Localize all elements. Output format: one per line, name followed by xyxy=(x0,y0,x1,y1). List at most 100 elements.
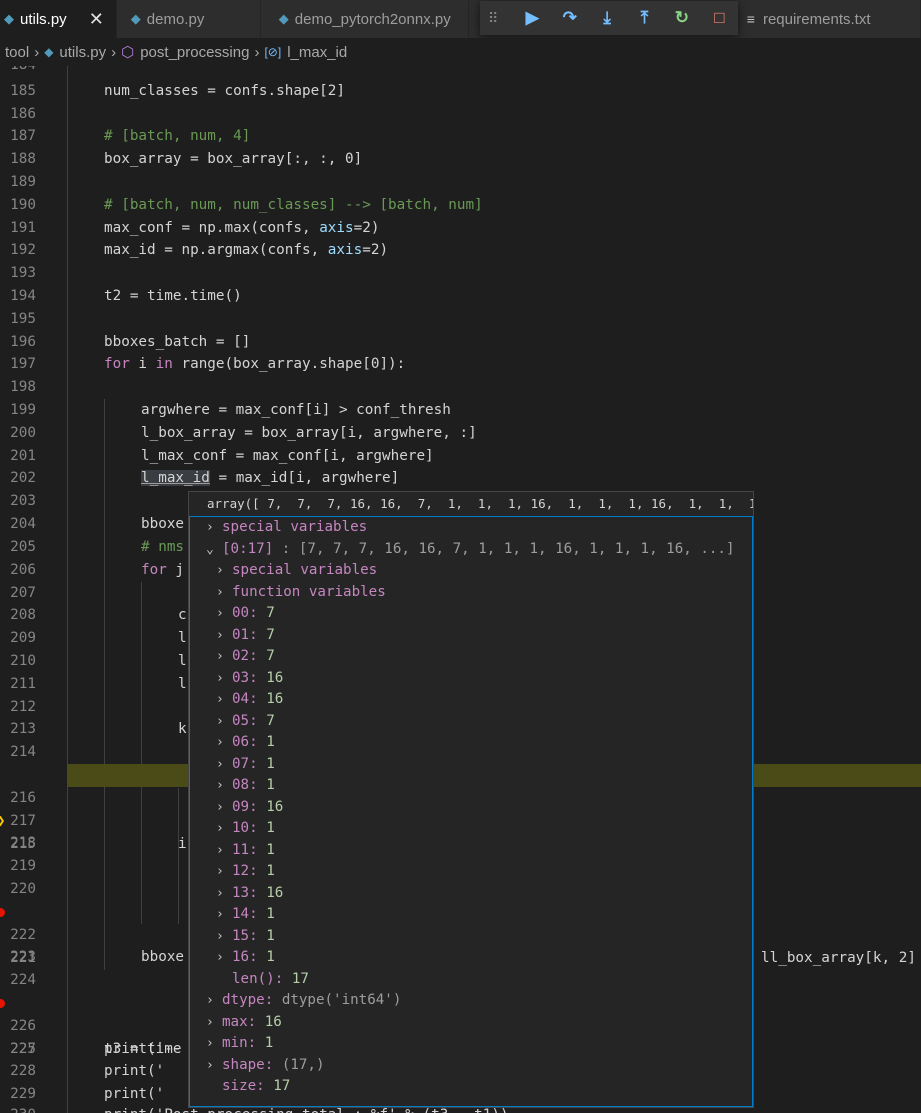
chevron-right-icon: › xyxy=(216,864,224,879)
tree-node-item[interactable]: › 11: 1 xyxy=(216,840,275,862)
chevron-right-icon: › xyxy=(206,993,214,1008)
code-line: 192 max_id = np.argmax(confs, axis=2) xyxy=(10,242,389,258)
tab-utils-py[interactable]: ◆ utils.py ✕ xyxy=(0,0,117,38)
tree-node-item[interactable]: › 09: 16 xyxy=(216,797,283,819)
code-line: 189 xyxy=(10,174,36,190)
chevron-right-icon: › xyxy=(216,756,224,772)
chevron-right-icon: › xyxy=(216,885,224,901)
tree-node-size: size: 17 xyxy=(222,1078,291,1094)
tree-node-item[interactable]: › 12: 1 xyxy=(216,861,275,883)
tab-label: requirements.txt xyxy=(762,10,871,28)
tree-node-item[interactable]: › 08: 1 xyxy=(216,775,275,797)
hover-value-summary: array([ 7, 7, 7, 16, 16, 7, 1, 1, 1, 16,… xyxy=(207,496,753,511)
text-file-icon: ≡ xyxy=(746,11,755,27)
step-out-icon[interactable]: ⤒ xyxy=(626,8,663,28)
tree-node-item[interactable]: › 10: 1 xyxy=(216,818,275,840)
chevron-right-icon: › xyxy=(216,584,224,600)
code-line: 197 for i in range(box_array.shape[0]): xyxy=(10,356,406,372)
breadcrumb-file[interactable]: utils.py xyxy=(59,44,106,61)
chevron-right-icon: › xyxy=(216,692,224,707)
chevron-right-icon: › xyxy=(216,821,224,836)
breakpoint-icon[interactable] xyxy=(0,908,5,917)
hovered-variable[interactable]: l_max_id xyxy=(141,470,210,486)
chevron-right-icon: › xyxy=(216,842,224,858)
chevron-right-icon: › xyxy=(216,713,224,729)
tab-label: demo.py xyxy=(146,10,205,28)
tree-node-item[interactable]: › 02: 7 xyxy=(216,646,275,668)
close-icon[interactable]: ✕ xyxy=(89,9,104,30)
stop-icon[interactable]: □ xyxy=(701,8,738,28)
tree-node-item[interactable]: › 13: 16 xyxy=(216,883,283,905)
chevron-right-icon: › xyxy=(216,606,224,621)
python-file-icon: ◆ xyxy=(130,11,141,26)
tree-node-special-variables[interactable]: › special variables xyxy=(216,560,377,582)
chevron-right-icon: › xyxy=(216,928,224,944)
chevron-right-icon: › xyxy=(216,799,224,815)
code-line: 193 xyxy=(10,265,36,281)
step-over-icon[interactable]: ↷ xyxy=(551,8,588,28)
chevron-right-icon: › xyxy=(216,907,224,922)
tree-node-item[interactable]: › 14: 1 xyxy=(216,904,275,926)
breakpoint-icon[interactable] xyxy=(0,999,5,1008)
python-file-icon: ◆ xyxy=(278,11,289,26)
variable-icon: [⊘] xyxy=(264,45,282,59)
code-line: 185 num_classes = confs.shape[2] xyxy=(10,83,346,99)
breadcrumb-variable[interactable]: l_max_id xyxy=(287,44,347,61)
tree-node-item[interactable]: › 16: 1 xyxy=(216,947,275,969)
breadcrumb-folder[interactable]: tool xyxy=(5,44,29,61)
tab-demo-py[interactable]: ◆ demo.py xyxy=(116,0,261,38)
tab-bar: ◆ utils.py ✕ ◆ demo.py ◆ demo_pytorch2on… xyxy=(0,0,921,38)
tree-node-function-variables[interactable]: › function variables xyxy=(216,582,386,604)
tree-node-item[interactable]: › 06: 1 xyxy=(216,732,275,754)
chevron-right-icon: › xyxy=(216,950,224,965)
code-line: 200 l_box_array = box_array[i, argwhere, … xyxy=(10,425,477,441)
tree-node-item[interactable]: › 00: 7 xyxy=(216,603,275,625)
chevron-right-icon: › xyxy=(206,520,214,535)
code-line: 198 xyxy=(10,379,36,395)
code-line: 191 max_conf = np.max(confs, axis=2) xyxy=(10,220,380,236)
tree-node-item[interactable]: › 03: 16 xyxy=(216,668,283,690)
code-line: 187 # [batch, num, 4] xyxy=(10,128,251,144)
chevron-right-icon: › xyxy=(254,43,260,61)
chevron-right-icon: › xyxy=(216,563,224,578)
tree-node-item[interactable]: › 07: 1 xyxy=(216,754,275,776)
code-line: 199 argwhere = max_conf[i] > conf_thresh xyxy=(10,402,451,418)
chevron-right-icon: › xyxy=(206,1014,214,1030)
python-file-icon: ◆ xyxy=(4,11,14,26)
chevron-down-icon: ⌄ xyxy=(206,541,214,557)
chevron-right-icon: › xyxy=(206,1036,214,1051)
tree-node-max[interactable]: › max: 16 xyxy=(206,1012,282,1034)
tree-node-len: len(): 17 xyxy=(232,970,309,987)
tab-demo-pytorch2onnx-py[interactable]: ◆ demo_pytorch2onnx.py xyxy=(260,0,469,38)
debug-hover-widget: array([ 7, 7, 7, 16, 16, 7, 1, 1, 1, 16,… xyxy=(188,491,754,1108)
tree-node-item[interactable]: › 04: 16 xyxy=(216,689,283,711)
drag-handle-icon[interactable]: ⠿ xyxy=(488,10,514,27)
tree-node-item[interactable]: › 15: 1 xyxy=(216,926,275,948)
code-line: 201 l_max_conf = max_conf[i, argwhere] xyxy=(10,448,434,464)
tree-node-special-variables[interactable]: › special variables xyxy=(206,517,367,539)
step-into-icon[interactable]: ⤓ xyxy=(588,8,625,28)
chevron-right-icon: › xyxy=(216,649,224,664)
tree-node-item[interactable]: › 01: 7 xyxy=(216,625,275,647)
tree-node-shape[interactable]: › shape: (17,) xyxy=(206,1055,325,1077)
tree-node-dtype[interactable]: › dtype: dtype('int64') xyxy=(206,990,401,1012)
tree-node-min[interactable]: › min: 1 xyxy=(206,1033,273,1055)
continue-icon[interactable]: ▶︎ xyxy=(514,8,551,28)
breadcrumb-function[interactable]: post_processing xyxy=(140,44,249,61)
code-line: 202 l_max_id = max_id[i, argwhere] xyxy=(10,470,400,486)
tab-label: demo_pytorch2onnx.py xyxy=(294,10,451,28)
code-line: 194 t2 = time.time() xyxy=(10,288,242,304)
chevron-right-icon: › xyxy=(216,670,224,686)
tree-node-item[interactable]: › 05: 7 xyxy=(216,711,275,733)
chevron-right-icon: › xyxy=(216,735,224,750)
tree-node-range[interactable]: ⌄ [0:17] : [7, 7, 7, 16, 16, 7, 1, 1, 1, … xyxy=(206,539,735,561)
variable-tree: › special variables ⌄ [0:17] : [7, 7, 7, 1… xyxy=(189,516,753,1107)
chevron-right-icon: › xyxy=(34,43,40,61)
python-file-icon: ◆ xyxy=(44,45,54,59)
restart-icon[interactable]: ↻ xyxy=(663,8,700,28)
breadcrumb: tool › ◆ utils.py › ⬡ post_processing › … xyxy=(0,38,921,66)
code-line: 190 # [batch, num, num_classes] --> [batc… xyxy=(10,197,483,213)
chevron-right-icon: › xyxy=(206,1057,214,1073)
function-icon: ⬡ xyxy=(121,44,135,61)
code-line: 184 xyxy=(0,66,921,77)
